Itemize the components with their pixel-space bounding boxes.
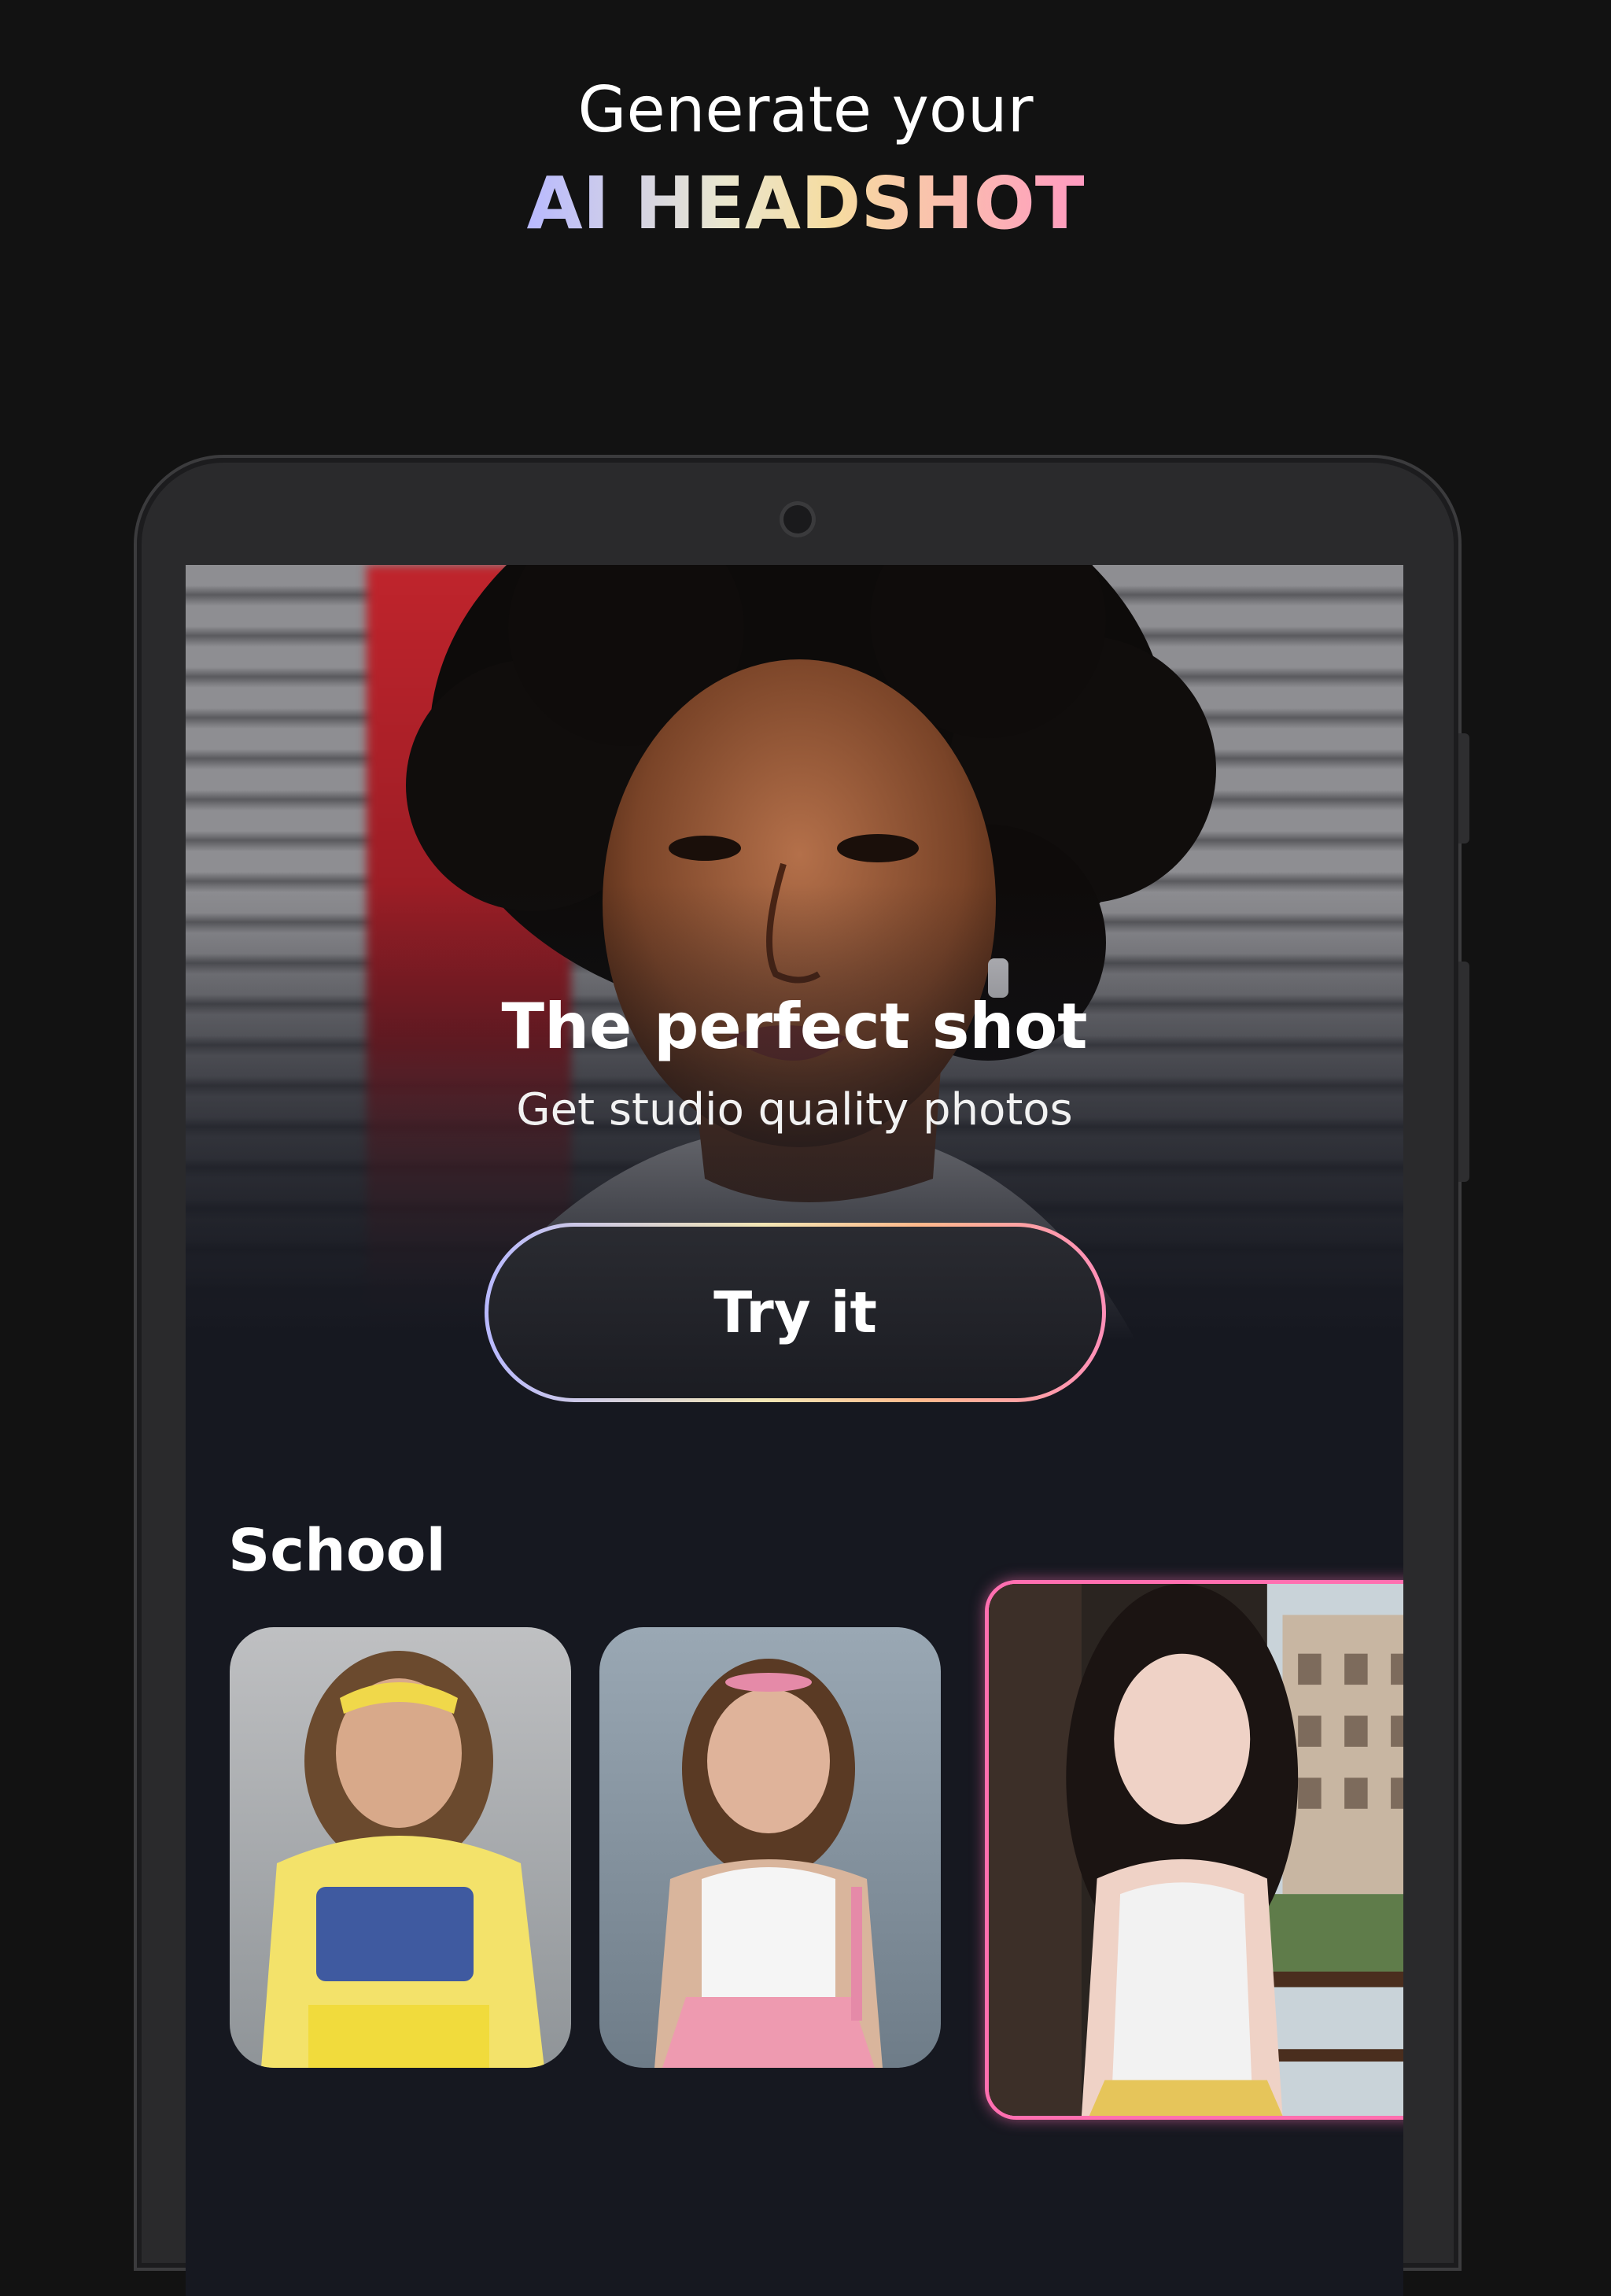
style-card[interactable] [230,1627,571,2068]
hero-banner: The perfect shot Get studio quality phot… [186,565,1403,1478]
promo-header: Generate your AI HEADSHOT [0,71,1611,247]
promo-highlight: AI HEADSHOT [526,161,1085,245]
style-card[interactable] [599,1627,941,2068]
promo-headline: Generate your [577,73,1034,146]
hero-title: The perfect shot [501,990,1088,1063]
try-it-button[interactable]: Try it [485,1223,1106,1402]
card-photo-yellow-outfit [230,1627,571,2068]
style-card-selected[interactable] [985,1580,1403,2120]
hero-subtitle: Get studio quality photos [516,1084,1073,1135]
card-photo-balcony [989,1584,1403,2116]
side-button [1458,962,1469,1182]
volume-button [1458,733,1469,843]
section-title: School [228,1517,446,1585]
try-it-label: Try it [488,1227,1102,1398]
camera-icon [783,505,812,533]
app-screen: The perfect shot Get studio quality phot… [186,565,1403,2296]
tablet-frame: The perfect shot Get studio quality phot… [137,458,1469,2296]
card-photo-white-top-pink-skirt [599,1627,941,2068]
